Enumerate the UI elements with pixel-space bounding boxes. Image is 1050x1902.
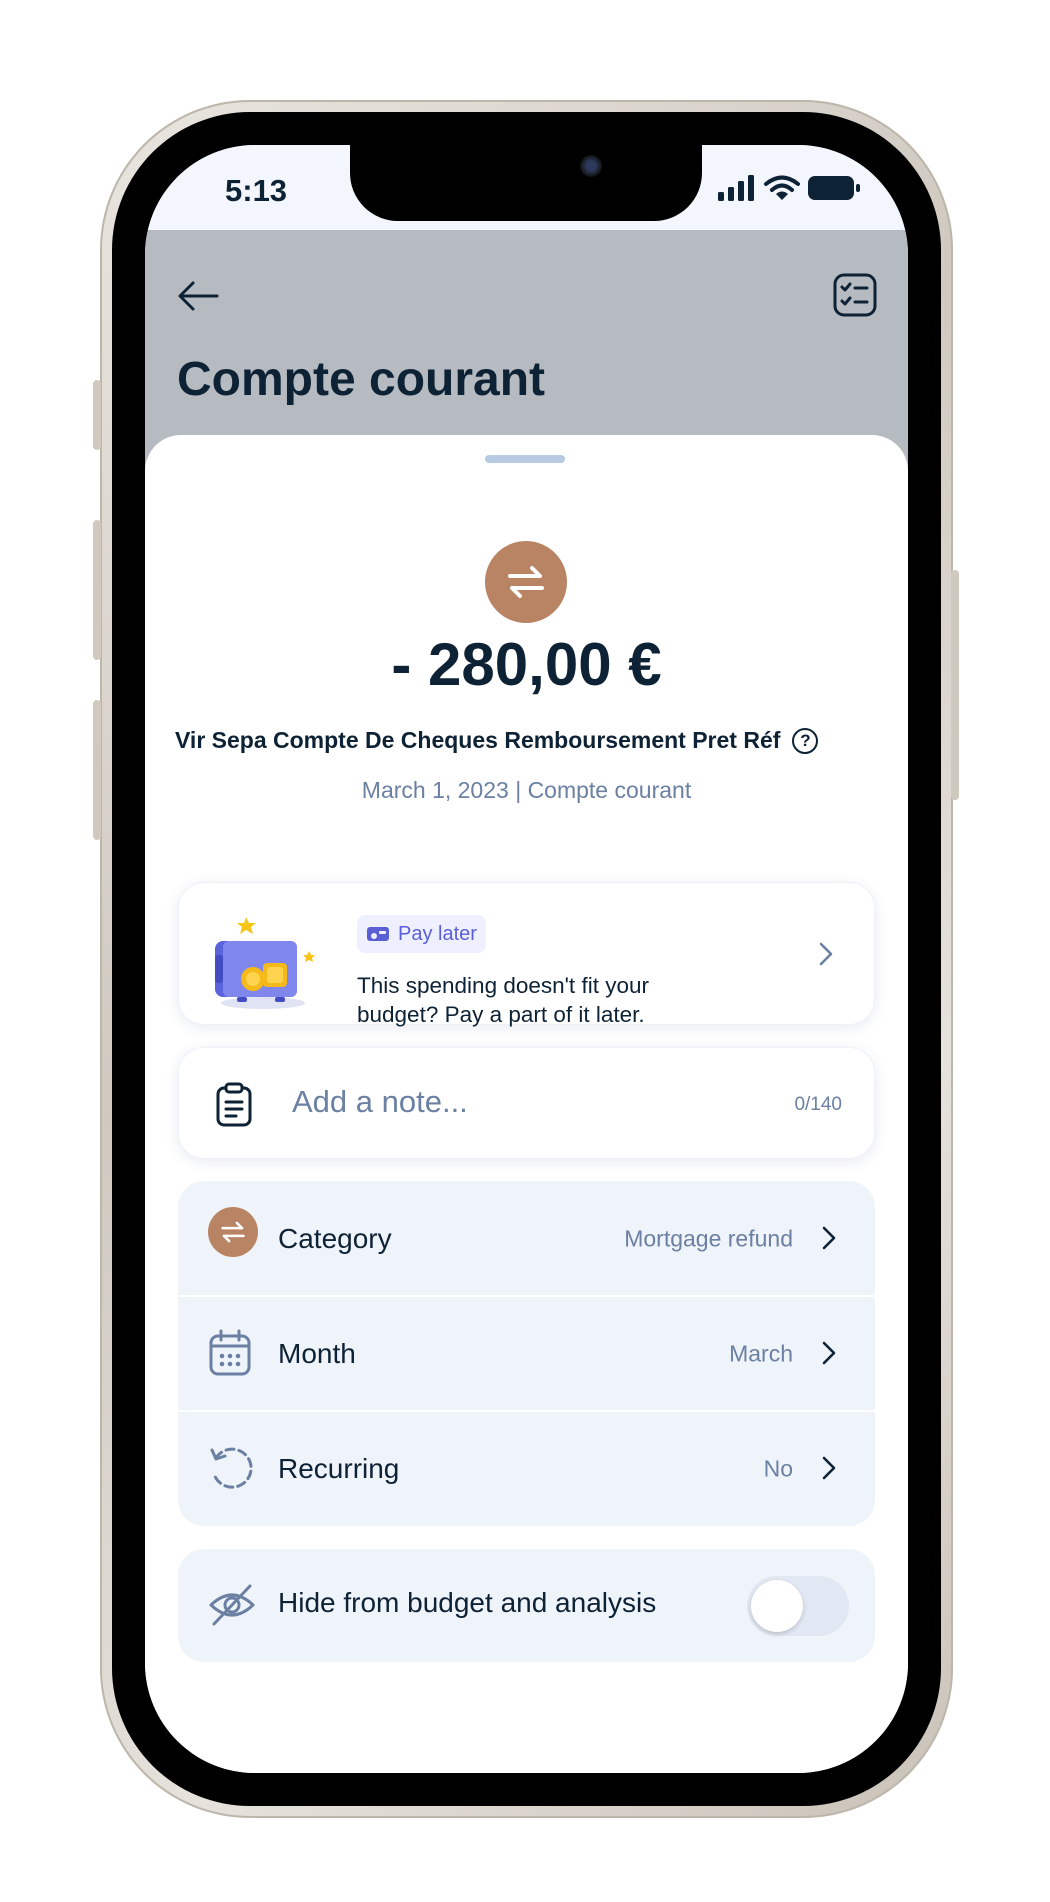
volume-up-button [93,520,101,660]
back-arrow-icon[interactable] [177,280,221,312]
transaction-meta: March 1, 2023 | Compte courant [361,777,692,803]
category-row-icon-wrap [208,1207,258,1257]
hide-from-budget-label: Hide from budget and analysis [278,1587,657,1618]
screen: 5:13 Compte courant - 280,00 € Vir Sepa … [145,145,908,1773]
sheet-grabber[interactable] [485,455,565,463]
signal-icon [718,175,754,201]
category-value: Mortgage refund [624,1225,793,1251]
power-button [951,570,959,800]
chevron-right-icon[interactable] [818,941,834,967]
transaction-amount: - 280,00 € [391,631,662,698]
clipboard-icon [216,1082,252,1127]
recurring-icon [210,1447,253,1489]
category-badge [485,541,567,623]
pay-later-badge-label: Pay later [398,922,477,945]
calendar-icon [209,1329,251,1376]
month-row[interactable]: Month March [178,1296,875,1411]
chevron-right-icon[interactable] [821,1340,837,1366]
camera-icon [580,155,602,177]
month-label: Month [278,1337,356,1369]
battery-icon [808,176,860,200]
recurring-row[interactable]: Recurring No [178,1411,875,1526]
toggle-knob [751,1580,803,1632]
note-input[interactable]: Add a note... [292,1084,468,1120]
transaction-description: Vir Sepa Compte De Cheques Remboursement… [175,727,781,753]
pay-later-text: This spending doesn't fit your budget? P… [357,973,649,1027]
recurring-label: Recurring [278,1452,400,1484]
eye-off-icon [209,1584,255,1626]
side-button [93,380,101,450]
transaction-sheet: - 280,00 € Vir Sepa Compte De Cheques Re… [145,435,908,1773]
page-title: Compte courant [177,353,546,406]
pay-later-card[interactable]: Pay later This spending doesn't fit your… [178,882,875,1027]
chevron-right-icon[interactable] [821,1225,837,1251]
page-header: Compte courant [145,230,908,470]
camera-notch [350,145,702,221]
note-counter: 0/140 [794,1094,842,1115]
safe-coins-illustration-icon [215,917,315,1009]
pay-later-badge: Pay later [357,915,486,953]
hide-from-budget-row: Hide from budget and analysis [178,1549,875,1662]
month-value: March [729,1340,793,1366]
category-row[interactable]: Category Mortgage refund [178,1181,875,1296]
volume-down-button [93,700,101,840]
pay-later-icon [367,927,389,941]
checklist-icon[interactable] [832,272,878,318]
status-icons [718,175,860,201]
transaction-description-row: Vir Sepa Compte De Cheques Remboursement… [175,727,819,754]
transfer-arrows-icon [508,566,544,598]
recurring-value: No [763,1455,793,1481]
wifi-icon [764,175,800,200]
hide-from-budget-toggle[interactable] [747,1576,849,1636]
category-label: Category [278,1222,392,1254]
category-icon [208,1207,258,1257]
help-icon[interactable]: ? [792,727,819,754]
status-time: 5:13 [225,173,288,208]
chevron-right-icon[interactable] [821,1455,837,1481]
details-list: Category Mortgage refund Month March Rec… [178,1181,875,1526]
note-card[interactable]: Add a note... 0/140 [178,1047,875,1159]
